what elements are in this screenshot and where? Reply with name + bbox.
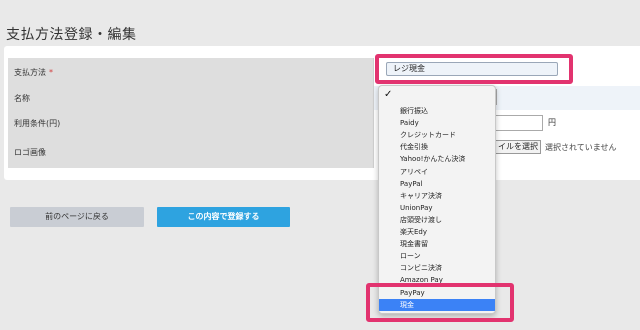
page-title: 支払方法登録・編集 bbox=[6, 27, 137, 43]
yen-unit-label: 円 bbox=[548, 118, 556, 127]
form-row-usage-condition: 利用条件(円) bbox=[8, 110, 640, 137]
row-label-text: 支払方法 bbox=[14, 67, 46, 77]
dropdown-option[interactable]: キャリア決済 bbox=[379, 190, 495, 202]
row-label-text: 利用条件(円) bbox=[14, 118, 61, 128]
submit-button[interactable]: この内容で登録する bbox=[157, 207, 290, 227]
row-label-payment-method: 支払方法 * bbox=[8, 58, 374, 86]
dropdown-option[interactable]: PayPal bbox=[379, 178, 495, 190]
form-row-name: 名称 bbox=[8, 86, 640, 111]
dropdown-option[interactable]: 店頭受け渡し bbox=[379, 214, 495, 226]
dropdown-option[interactable]: Paidy bbox=[379, 117, 495, 129]
row-label-logo: ロゴ画像 bbox=[8, 136, 374, 168]
row-label-text: 名称 bbox=[14, 93, 30, 103]
highlight-box-select bbox=[375, 54, 573, 84]
payment-method-dropdown[interactable]: ✓ 銀行振込 Paidy クレジットカード 代金引換 Yahoo!かんたん決済 … bbox=[378, 85, 496, 314]
dropdown-option[interactable]: コンビニ決済 bbox=[379, 262, 495, 274]
usage-condition-input[interactable] bbox=[488, 115, 543, 131]
dropdown-option[interactable]: ローン bbox=[379, 250, 495, 262]
row-label-text: ロゴ画像 bbox=[14, 147, 46, 157]
dropdown-option[interactable]: UnionPay bbox=[379, 202, 495, 214]
required-mark: * bbox=[49, 67, 53, 77]
dropdown-option[interactable]: Yahoo!かんたん決済 bbox=[379, 153, 495, 165]
dropdown-option[interactable]: 代金引換 bbox=[379, 141, 495, 153]
highlight-box-option bbox=[366, 283, 514, 322]
dropdown-option[interactable]: クレジットカード bbox=[379, 129, 495, 141]
file-status-text: 選択されていません bbox=[545, 143, 617, 152]
row-label-name: 名称 bbox=[8, 86, 374, 110]
checkmark-icon: ✓ bbox=[384, 89, 393, 100]
back-button[interactable]: 前のページに戻る bbox=[10, 207, 144, 227]
dropdown-option[interactable]: 楽天Edy bbox=[379, 226, 495, 238]
dropdown-option[interactable]: 現金書留 bbox=[379, 238, 495, 250]
dropdown-option[interactable]: 銀行振込 bbox=[379, 105, 495, 117]
row-label-usage-condition: 利用条件(円) bbox=[8, 110, 374, 136]
dropdown-option[interactable]: アリペイ bbox=[379, 166, 495, 178]
